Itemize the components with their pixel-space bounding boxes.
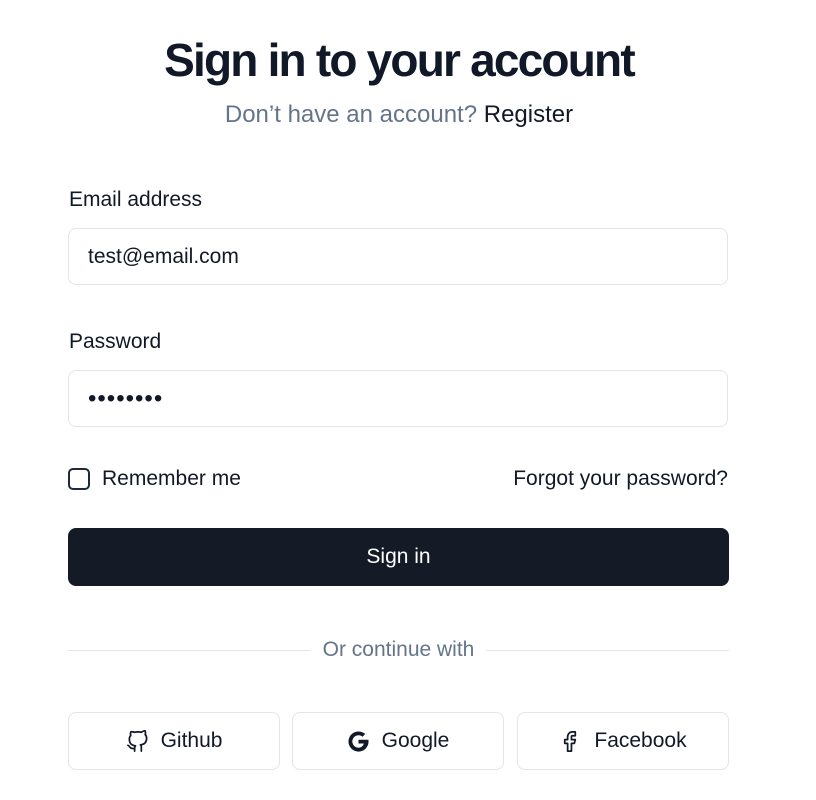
divider-line-right <box>486 649 729 651</box>
facebook-label: Facebook <box>594 729 687 752</box>
facebook-icon <box>564 730 577 752</box>
page-title: Sign in to your account <box>164 34 636 86</box>
sign-in-page: Sign in to your account Don’t have an ac… <box>0 0 816 800</box>
email-field[interactable] <box>68 228 728 285</box>
social-divider: Or continue with <box>68 635 729 665</box>
forgot-password-link[interactable]: Forgot your password? <box>513 465 728 493</box>
remember-me-checkbox[interactable] <box>68 468 90 490</box>
register-link[interactable]: Register <box>484 101 573 128</box>
remember-me-label: Remember me <box>102 467 241 490</box>
google-label: Google <box>381 729 450 752</box>
register-prompt-text: Don’t have an account? <box>224 101 478 128</box>
github-label: Github <box>160 729 223 752</box>
password-field[interactable] <box>68 370 728 427</box>
divider-text: Or continue with <box>322 638 475 661</box>
sign-in-button[interactable]: Sign in <box>68 528 729 586</box>
google-button[interactable]: Google <box>292 712 504 770</box>
divider-line-left <box>68 649 311 651</box>
google-icon <box>348 730 369 752</box>
email-label: Email address <box>69 188 203 211</box>
github-button[interactable]: Github <box>68 712 280 770</box>
remember-me[interactable]: Remember me <box>68 465 241 493</box>
password-label: Password <box>69 330 162 353</box>
register-prompt: Don’t have an account? Register <box>0 100 798 130</box>
facebook-button[interactable]: Facebook <box>517 712 729 770</box>
github-icon <box>126 729 148 752</box>
